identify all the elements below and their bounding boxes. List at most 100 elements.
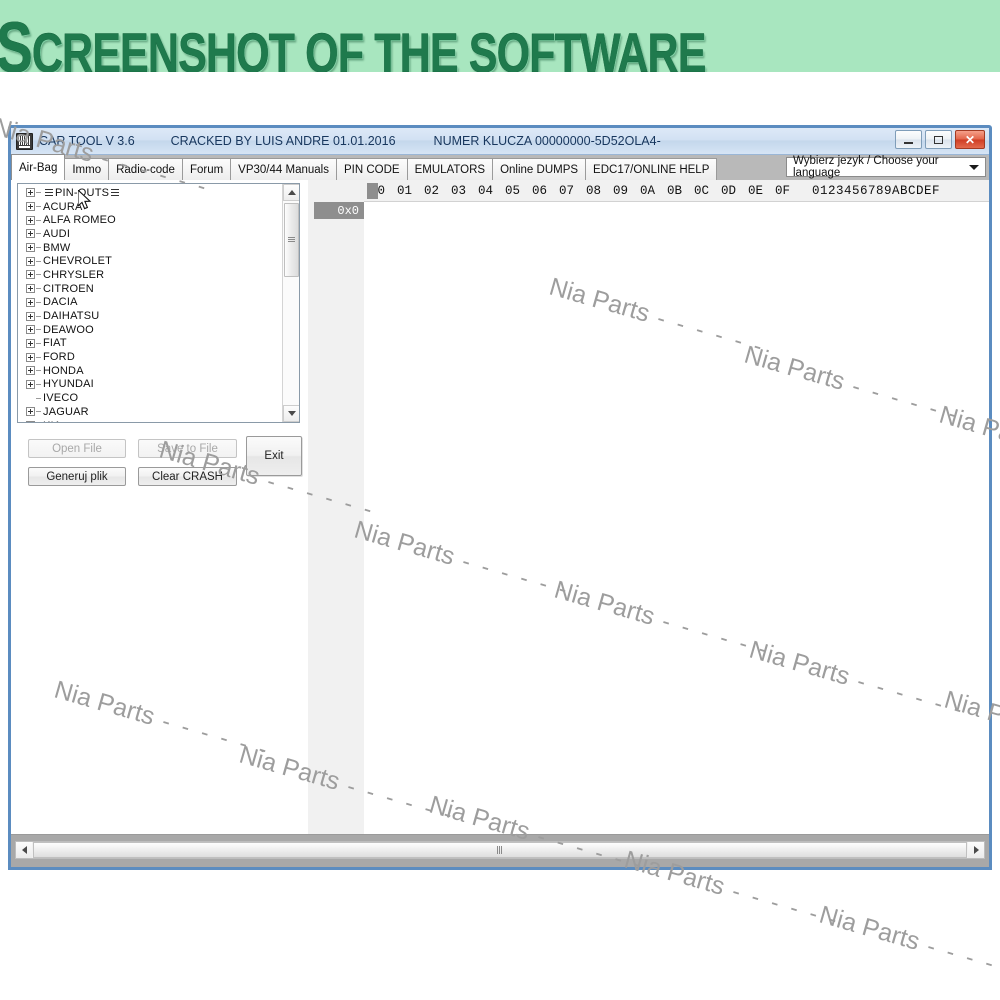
open-file-button[interactable]: Open File xyxy=(28,439,126,458)
hex-column-selection xyxy=(367,182,378,199)
expand-plus-icon[interactable] xyxy=(26,256,35,266)
tree-node[interactable]: DACIA xyxy=(18,296,282,310)
tree-node[interactable]: CITROEN xyxy=(18,282,282,296)
tree-node[interactable]: PIN-OUTS xyxy=(18,186,282,200)
tree-node[interactable]: CHRYSLER xyxy=(18,268,282,282)
tab-label: Air-Bag xyxy=(19,161,58,174)
tree-node[interactable]: DAIHATSU xyxy=(18,309,282,323)
tree-vertical-scrollbar[interactable] xyxy=(282,184,299,422)
tab-vp30-44-manuals[interactable]: VP30/44 Manuals xyxy=(230,158,337,180)
tree-node[interactable]: ALFA ROMEO xyxy=(18,213,282,227)
scroll-down-icon xyxy=(287,411,296,416)
tab-pin-code[interactable]: PIN CODE xyxy=(335,158,408,180)
hex-column-label: 04 xyxy=(477,183,493,198)
hex-column-label: 07 xyxy=(558,183,574,198)
expand-plus-icon[interactable] xyxy=(26,188,35,198)
expand-plus-icon[interactable] xyxy=(26,338,35,348)
tree-scroll-thumb[interactable] xyxy=(284,203,299,277)
watermark-dashes: - - - - - - xyxy=(720,874,844,934)
hex-column-header: 03 xyxy=(445,184,472,198)
expand-plus-icon[interactable] xyxy=(26,379,35,389)
maximize-button[interactable] xyxy=(925,130,952,149)
left-panel: PIN-OUTS ACURA ALFA ROMEO AUDI BMW CHEVROLET C… xyxy=(11,180,309,867)
tree-node[interactable]: ACURA xyxy=(18,200,282,214)
tree-node-label: FIAT xyxy=(43,337,67,350)
scroll-down-button[interactable] xyxy=(283,405,299,422)
expand-plus-icon[interactable] xyxy=(26,352,35,362)
minimize-button[interactable] xyxy=(895,130,922,149)
expand-plus-icon[interactable] xyxy=(26,270,35,280)
hex-column-label: 01 xyxy=(396,183,412,198)
exit-button[interactable]: Exit xyxy=(246,436,302,476)
mouse-pointer-icon xyxy=(78,190,92,210)
tab-emulators[interactable]: EMULATORS xyxy=(406,158,494,180)
window-cracked-by: CRACKED BY LUIS ANDRE 01.01.2016 xyxy=(170,134,396,148)
tab-radio-code[interactable]: Radio-code xyxy=(108,158,183,180)
tab-immo[interactable]: Immo xyxy=(64,158,110,180)
hex-content-area[interactable] xyxy=(364,201,989,843)
tree-connector xyxy=(36,370,41,372)
tree-connector xyxy=(36,356,41,358)
tree-node[interactable]: CHEVROLET xyxy=(18,254,282,268)
tab-online-dumps[interactable]: Online DUMPS xyxy=(492,158,587,180)
grip-icon xyxy=(497,846,503,854)
tree-connector xyxy=(36,383,41,385)
tree-node[interactable]: IVECO xyxy=(18,391,282,405)
tree-node[interactable]: KIA xyxy=(18,419,282,422)
manufacturer-tree[interactable]: PIN-OUTS ACURA ALFA ROMEO AUDI BMW CHEVROLET C… xyxy=(17,183,300,423)
scroll-left-button[interactable] xyxy=(16,842,32,858)
tab-forum[interactable]: Forum xyxy=(181,158,232,180)
tree-node-label: DEAWOO xyxy=(43,323,94,336)
tree-node-list: PIN-OUTS ACURA ALFA ROMEO AUDI BMW CHEVROLET C… xyxy=(18,184,282,422)
banner: SCREENSHOT OF THE SOFTWARE xyxy=(0,0,1000,72)
hex-column-label: 03 xyxy=(450,183,466,198)
expand-plus-icon[interactable] xyxy=(26,325,35,335)
tree-node[interactable]: HYUNDAI xyxy=(18,378,282,392)
expand-plus-icon[interactable] xyxy=(26,297,35,307)
expand-plus-icon[interactable] xyxy=(26,243,35,253)
title-bar[interactable]: CAR TOOL V 3.6 CRACKED BY LUIS ANDRE 01.… xyxy=(11,128,989,155)
tree-node[interactable]: JAGUAR xyxy=(18,405,282,419)
hex-column-label: 0C xyxy=(693,183,709,198)
tree-node[interactable]: BMW xyxy=(18,241,282,255)
tree-connector xyxy=(36,219,41,221)
hex-column-header: 04 xyxy=(472,184,499,198)
close-button[interactable]: ✕ xyxy=(955,130,985,149)
watermark: Nia Parts - - - - - - xyxy=(816,901,1000,990)
horizontal-scroll-thumb[interactable] xyxy=(33,842,967,858)
tab-label: Forum xyxy=(189,163,224,176)
tree-node[interactable]: HONDA xyxy=(18,364,282,378)
tree-connector xyxy=(36,411,41,413)
scroll-right-button[interactable] xyxy=(968,842,984,858)
save-to-file-button[interactable]: Save to File xyxy=(138,439,237,458)
hex-column-header: 0B xyxy=(661,184,688,198)
expand-plus-icon[interactable] xyxy=(26,407,35,417)
watermark-dashes: - - - - - - xyxy=(924,932,1000,988)
expand-plus-icon[interactable] xyxy=(26,421,35,422)
clear-crash-button[interactable]: Clear CRASH xyxy=(138,467,237,486)
tab-edc17-online-help[interactable]: EDC17/ONLINE HELP xyxy=(585,158,718,180)
tab-label: PIN CODE xyxy=(343,163,400,176)
tree-connector xyxy=(36,315,41,317)
expand-plus-icon[interactable] xyxy=(26,284,35,294)
horizontal-scrollbar[interactable] xyxy=(15,841,985,859)
tree-node[interactable]: FORD xyxy=(18,350,282,364)
tree-node[interactable]: DEAWOO xyxy=(18,323,282,337)
expand-plus-icon[interactable] xyxy=(26,215,35,225)
scroll-up-button[interactable] xyxy=(283,184,299,201)
tree-node-label: FORD xyxy=(43,351,75,364)
grid-glyph-icon xyxy=(45,188,53,197)
tree-node[interactable]: FIAT xyxy=(18,337,282,351)
tree-node[interactable]: AUDI xyxy=(18,227,282,241)
expand-plus-icon[interactable] xyxy=(26,366,35,376)
expand-plus-icon[interactable] xyxy=(26,229,35,239)
language-select[interactable]: Wybierz jezyk / Choose your language xyxy=(786,155,986,179)
expand-plus-icon[interactable] xyxy=(26,311,35,321)
expand-plus-icon[interactable] xyxy=(26,202,35,212)
tab-label: Radio-code xyxy=(116,163,175,176)
banner-title: SCREENSHOT OF THE SOFTWARE xyxy=(0,6,707,72)
generuj-plik-button[interactable]: Generuj plik xyxy=(28,467,126,486)
hex-column-header: 0F xyxy=(769,184,796,198)
tab-air-bag[interactable]: Air-Bag xyxy=(11,154,66,180)
tree-connector xyxy=(36,233,41,235)
